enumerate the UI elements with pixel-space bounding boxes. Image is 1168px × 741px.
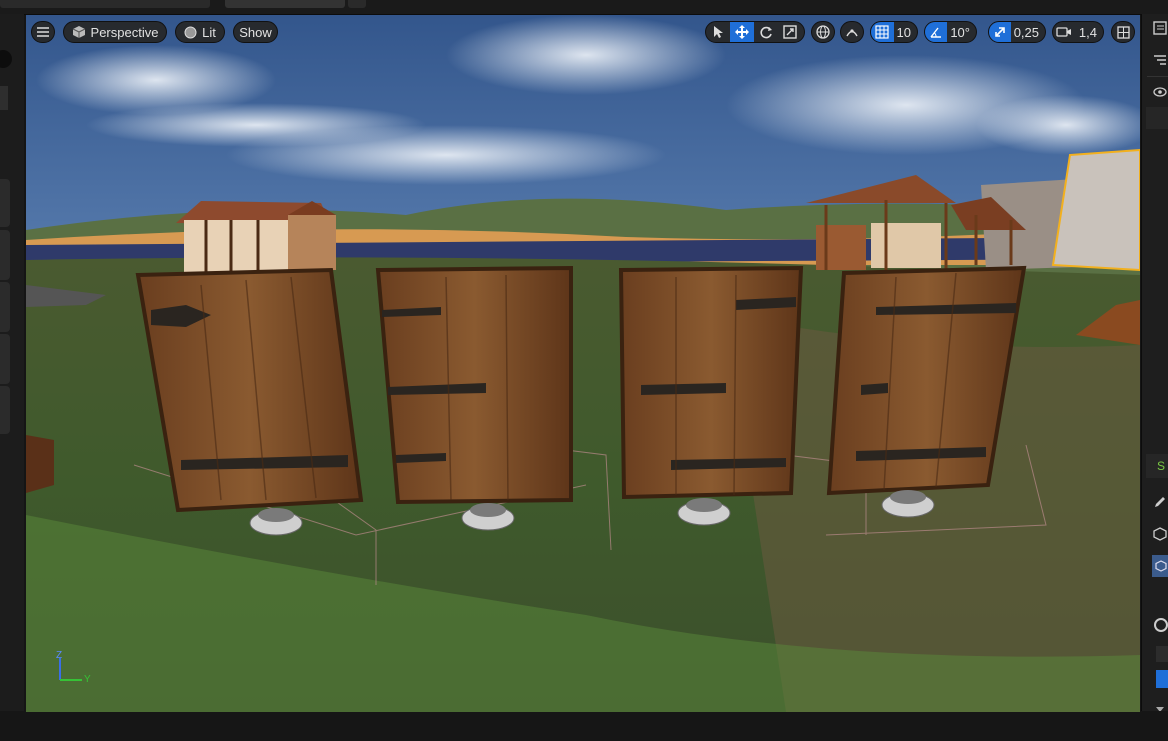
- door-2: [375, 265, 573, 505]
- details-tab-label: S: [1157, 459, 1166, 473]
- rotate-icon: [760, 26, 772, 39]
- perspective-label: Perspective: [90, 24, 159, 40]
- move-arrows-icon: [735, 25, 749, 39]
- editor-top-strip: [0, 0, 1168, 15]
- door-1: [135, 267, 364, 513]
- surface-snap-icon: [845, 25, 859, 39]
- top-dropdown[interactable]: [348, 0, 366, 8]
- translate-tool-button[interactable]: [730, 22, 754, 42]
- globe-icon: [816, 25, 830, 39]
- perspective-view-button[interactable]: Perspective: [63, 21, 167, 43]
- rotate-tool-button[interactable]: [754, 22, 778, 42]
- camera-speed-group[interactable]: 1,4: [1052, 21, 1104, 43]
- mesh-cube-icon[interactable]: [1152, 526, 1168, 542]
- layout-grid-icon: [1116, 25, 1130, 39]
- outliner-row[interactable]: [1146, 107, 1168, 129]
- grid-snap-toggle[interactable]: [871, 22, 894, 42]
- left-tool-1[interactable]: [0, 179, 10, 227]
- visibility-eye-icon[interactable]: [1152, 84, 1168, 100]
- camera-speed-button[interactable]: [1053, 22, 1076, 42]
- blue-property-button[interactable]: [1156, 670, 1168, 688]
- axis-y-label: Y: [84, 674, 91, 685]
- cursor-arrow-icon: [714, 26, 723, 38]
- angle-icon: [930, 27, 942, 38]
- grid-icon: [875, 25, 889, 39]
- scale-snap-group[interactable]: 0,25: [988, 21, 1046, 43]
- left-mode-button[interactable]: [0, 86, 8, 110]
- outliner-icon[interactable]: [1152, 20, 1168, 36]
- scale-snap-value[interactable]: 0,25: [1011, 25, 1045, 40]
- grid-snap-value[interactable]: 10: [894, 25, 917, 40]
- surface-snap-button[interactable]: [840, 21, 864, 43]
- scale-tool-button[interactable]: [778, 22, 802, 42]
- left-tool-2[interactable]: [0, 230, 10, 280]
- left-tool-4[interactable]: [0, 334, 10, 384]
- grid-snap-group[interactable]: 10: [870, 21, 918, 43]
- camera-speed-value[interactable]: 1,4: [1076, 25, 1103, 40]
- level-viewport[interactable]: Perspective Lit Show 10 10° 0,25 1,4 Z Y: [26, 15, 1140, 712]
- axis-z-label: Z: [56, 650, 63, 661]
- top-tab-area[interactable]: [0, 0, 210, 8]
- show-label: Show: [239, 24, 272, 40]
- show-flags-button[interactable]: Show: [233, 21, 278, 43]
- door-3: [618, 265, 804, 500]
- top-search-field[interactable]: [225, 0, 345, 8]
- property-field[interactable]: [1156, 646, 1168, 662]
- viewport-layout-button[interactable]: [1111, 21, 1135, 43]
- left-toggle-circle[interactable]: [0, 50, 12, 68]
- hamburger-menu-icon: [37, 27, 49, 37]
- selected-component-icon[interactable]: [1152, 555, 1168, 577]
- right-details-panel-edge: S: [1141, 14, 1168, 712]
- viewport-scene: [26, 15, 1140, 712]
- pencil-icon[interactable]: [1152, 494, 1168, 510]
- view-mode-lit-button[interactable]: Lit: [175, 21, 225, 43]
- rotation-snap-toggle[interactable]: [925, 22, 948, 42]
- transform-tools-group: [705, 21, 805, 43]
- lit-sphere-icon: [184, 26, 197, 39]
- scale-snap-toggle[interactable]: [989, 22, 1011, 42]
- axis-gizmo: Z Y: [56, 650, 96, 693]
- camera-icon: [1056, 27, 1072, 37]
- rotation-snap-group[interactable]: 10°: [924, 21, 977, 43]
- circle-toggle-icon[interactable]: [1154, 618, 1168, 632]
- rotation-snap-value[interactable]: 10°: [947, 25, 976, 40]
- select-tool-button[interactable]: [706, 22, 730, 42]
- viewport-menu-button[interactable]: [31, 21, 55, 43]
- editor-bottom-bar: [0, 711, 1168, 741]
- left-side-toolbar: [0, 14, 24, 711]
- left-tool-3[interactable]: [0, 282, 10, 332]
- perspective-cube-icon: [72, 25, 86, 39]
- filter-icon[interactable]: [1152, 52, 1168, 68]
- scale-icon: [783, 25, 797, 39]
- lit-label: Lit: [202, 24, 216, 40]
- scale-snap-arrow-icon: [995, 27, 1005, 37]
- details-tab[interactable]: S: [1146, 454, 1168, 478]
- left-tool-5[interactable]: [0, 386, 10, 434]
- world-local-toggle-button[interactable]: [811, 21, 835, 43]
